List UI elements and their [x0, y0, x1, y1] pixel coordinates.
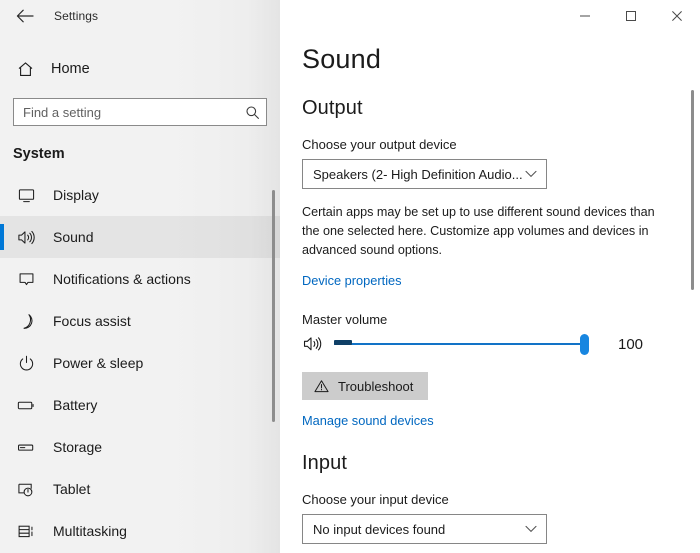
- input-device-select[interactable]: No input devices found: [302, 514, 547, 545]
- sidebar-item-power-sleep[interactable]: Power & sleep: [0, 342, 280, 384]
- moon-icon: [17, 312, 35, 330]
- page-title: Sound: [302, 44, 382, 74]
- multitasking-icon: [17, 522, 35, 540]
- sidebar-item-label: Sound: [53, 229, 94, 245]
- sidebar-item-label: Notifications & actions: [53, 271, 191, 287]
- main-scrollbar[interactable]: [691, 90, 694, 290]
- manage-sound-devices-link[interactable]: Manage sound devices: [302, 413, 434, 428]
- sidebar-item-tablet[interactable]: Tablet: [0, 468, 280, 510]
- output-section-title: Output: [302, 97, 363, 119]
- sound-settings-content: Sound Output Choose your output device S…: [280, 44, 700, 545]
- sidebar-item-home[interactable]: Home: [0, 52, 280, 86]
- master-volume-value: 100: [618, 335, 644, 353]
- volume-speaker-icon[interactable]: [302, 333, 324, 355]
- search-input[interactable]: [23, 104, 244, 120]
- sidebar-item-display[interactable]: Display: [0, 174, 280, 216]
- output-device-value: Speakers (2- High Definition Audio...: [313, 166, 523, 182]
- input-device-label: Choose your input device: [302, 492, 449, 508]
- sidebar-home-label: Home: [51, 61, 90, 77]
- sidebar-nav-list: Display Sound Notifications & actions Fo…: [0, 174, 280, 552]
- sidebar-item-label: Tablet: [53, 481, 91, 497]
- storage-icon: [17, 438, 35, 456]
- master-volume-slider[interactable]: [334, 332, 589, 356]
- slider-track: [334, 343, 589, 346]
- search-icon[interactable]: [244, 104, 260, 120]
- titlebar-left: Settings: [0, 0, 280, 32]
- sidebar-item-sound[interactable]: Sound: [0, 216, 280, 258]
- sidebar-item-multitasking[interactable]: Multitasking: [0, 510, 280, 552]
- sidebar-item-storage[interactable]: Storage: [0, 426, 280, 468]
- input-device-value: No input devices found: [313, 521, 446, 537]
- app-title: Settings: [54, 9, 99, 23]
- minimize-button[interactable]: [562, 0, 608, 32]
- sidebar-item-focus-assist[interactable]: Focus assist: [0, 300, 280, 342]
- main-content: Sound Output Choose your output device S…: [280, 0, 700, 553]
- sidebar-item-notifications[interactable]: Notifications & actions: [0, 258, 280, 300]
- close-button[interactable]: [654, 0, 700, 32]
- monitor-icon: [17, 186, 35, 204]
- tablet-icon: [17, 480, 35, 498]
- sidebar: Settings Home System: [0, 0, 280, 553]
- sidebar-item-label: Battery: [53, 397, 98, 413]
- sidebar-item-battery[interactable]: Battery: [0, 384, 280, 426]
- speaker-icon: [17, 228, 35, 246]
- sidebar-item-label: Multitasking: [53, 523, 127, 539]
- window-controls: [280, 0, 700, 32]
- sidebar-item-label: Storage: [53, 439, 103, 455]
- chevron-down-icon: [524, 525, 538, 533]
- settings-window: Settings Home System: [0, 0, 700, 553]
- power-icon: [17, 354, 35, 372]
- search-box[interactable]: [13, 98, 267, 126]
- sidebar-section-title: System: [13, 146, 65, 162]
- sidebar-item-label: Focus assist: [53, 313, 131, 329]
- output-device-label: Choose your output device: [302, 137, 457, 152]
- battery-icon: [17, 396, 35, 414]
- sidebar-item-label: Display: [53, 187, 99, 203]
- sidebar-scrollbar[interactable]: [272, 190, 275, 422]
- home-icon: [17, 61, 34, 78]
- sidebar-item-label: Power & sleep: [53, 355, 144, 371]
- slider-thumb[interactable]: [580, 334, 589, 356]
- back-button[interactable]: [12, 3, 38, 29]
- master-volume-row: 100: [302, 332, 700, 356]
- master-volume-label: Master volume: [302, 312, 388, 328]
- troubleshoot-label: Troubleshoot: [338, 378, 414, 394]
- input-section-title: Input: [302, 452, 347, 475]
- maximize-button[interactable]: [608, 0, 654, 32]
- output-device-select[interactable]: Speakers (2- High Definition Audio...: [302, 159, 547, 189]
- warning-triangle-icon: [314, 379, 329, 393]
- output-description: Certain apps may be set up to use differ…: [302, 205, 655, 258]
- notification-icon: [17, 270, 35, 288]
- device-properties-link[interactable]: Device properties: [302, 273, 402, 288]
- troubleshoot-button[interactable]: Troubleshoot: [302, 372, 429, 401]
- chevron-down-icon: [524, 170, 538, 178]
- slider-fill: [334, 340, 352, 346]
